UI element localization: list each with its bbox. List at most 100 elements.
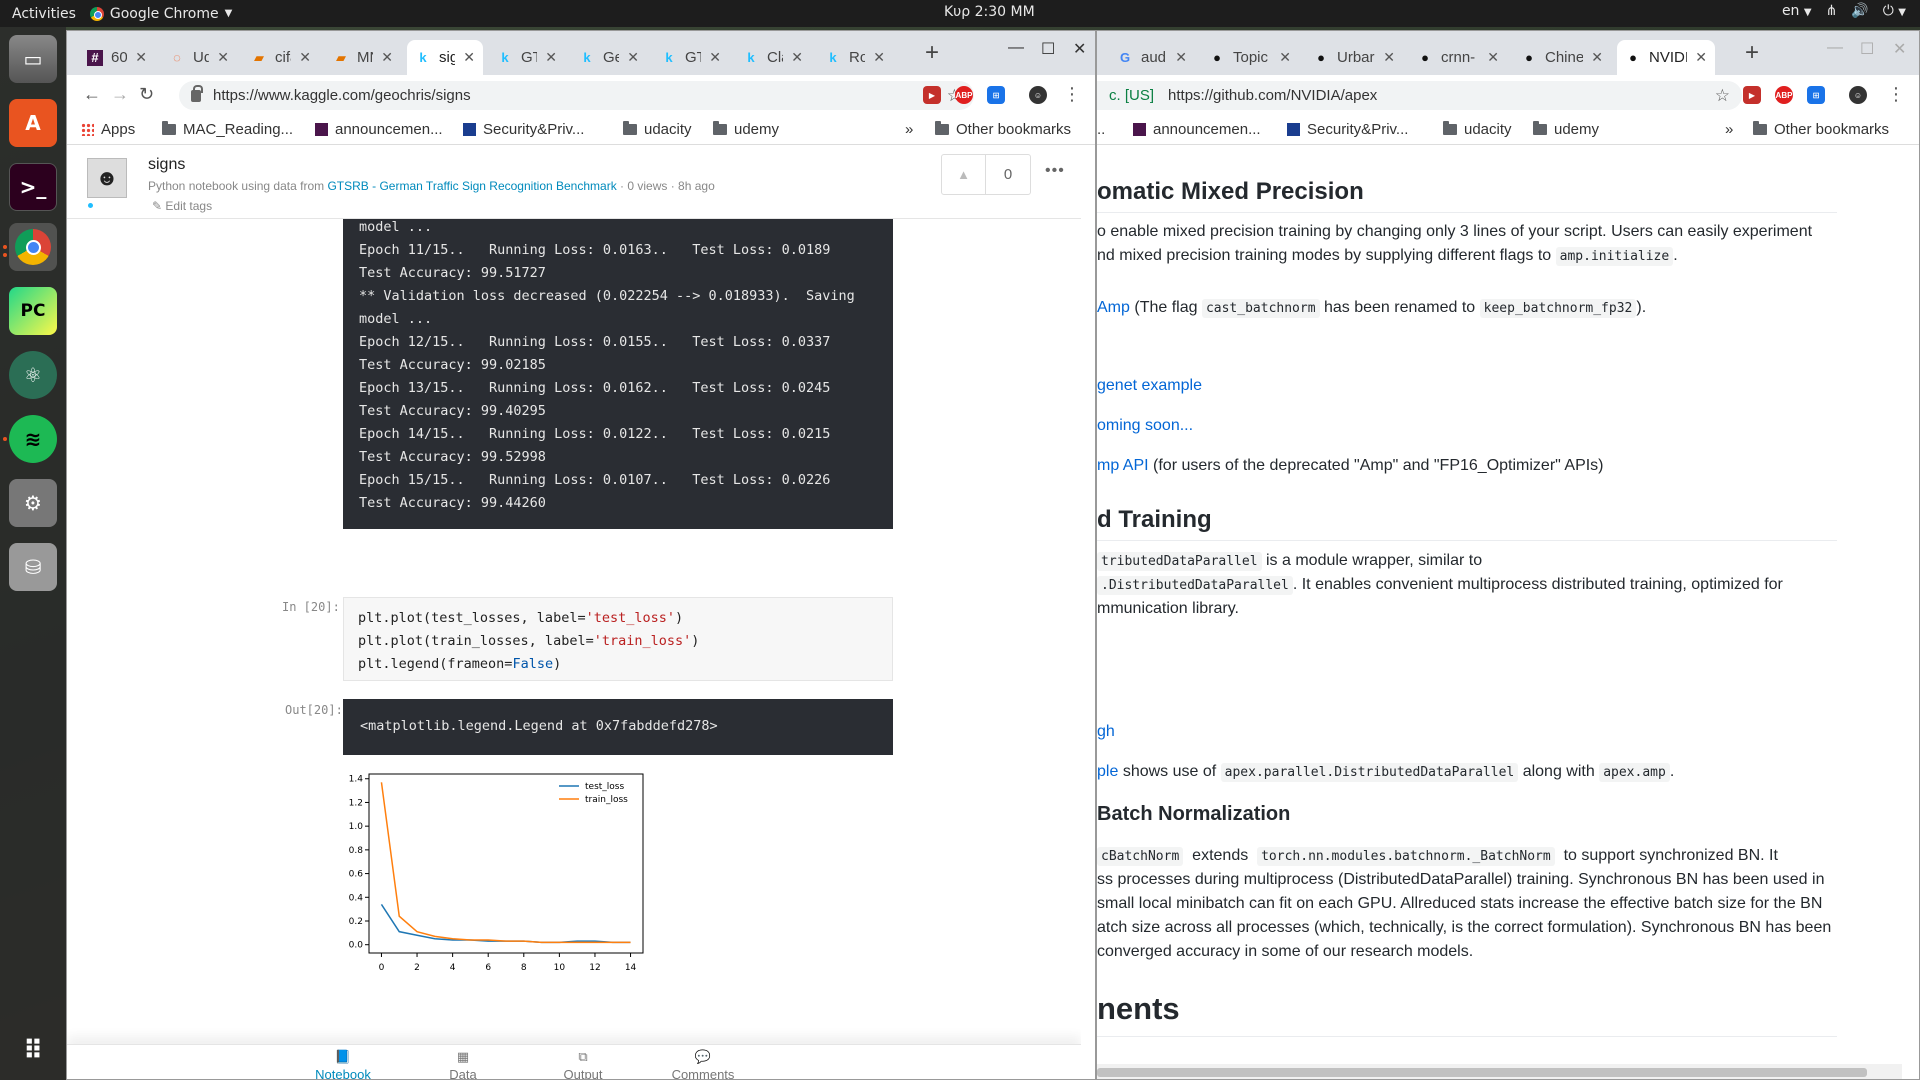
bookmark-item[interactable]: Security&Priv...: [1287, 121, 1408, 138]
bookmark-folder[interactable]: MAC_Reading...: [162, 121, 293, 138]
bookmark-other[interactable]: Other bookmarks: [1753, 121, 1889, 138]
profile-avatar[interactable]: ☺: [1029, 86, 1047, 104]
menu-kebab-icon[interactable]: ⋮: [1887, 84, 1905, 105]
bookmark-item[interactable]: announcemen...: [1133, 121, 1261, 138]
address-bar[interactable]: https://www.kaggle.com/geochris/signs ☆: [179, 81, 974, 110]
reload-icon[interactable]: ↻: [139, 84, 154, 105]
system-settings-icon[interactable]: ⚙: [9, 479, 57, 527]
maximize-icon[interactable]: ☐: [1041, 39, 1055, 59]
profile-avatar[interactable]: ☺: [1849, 86, 1867, 104]
bookmark-overflow[interactable]: ..: [1097, 121, 1105, 138]
software-center-icon[interactable]: A: [9, 99, 57, 147]
address-bar[interactable]: c. [US] https://github.com/NVIDIA/apex ☆: [1097, 81, 1742, 110]
tab-2[interactable]: ▰cifa✕: [243, 40, 319, 75]
bookmark-folder[interactable]: udemy: [713, 121, 779, 138]
language-indicator[interactable]: en ▼: [1782, 3, 1812, 19]
bookmark-item[interactable]: announcemen...: [315, 121, 443, 138]
kaggle-icon: k: [665, 50, 673, 65]
tab-data[interactable]: ▦ Data: [418, 1045, 508, 1079]
tab-notebook[interactable]: 📘 Notebook: [298, 1045, 388, 1079]
bn-paragraph-5: converged accuracy in some of our resear…: [1097, 943, 1474, 960]
bookmark-item[interactable]: Security&Priv...: [463, 121, 584, 138]
close-window-icon[interactable]: ✕: [1893, 39, 1906, 59]
activities-button[interactable]: Activities: [0, 6, 90, 22]
power-icon[interactable]: ⏻ ▼: [1883, 3, 1906, 19]
upvote-icon[interactable]: ▲: [942, 155, 986, 194]
files-icon[interactable]: ▭: [9, 35, 57, 83]
app-menu[interactable]: Google Chrome ▼: [89, 6, 232, 22]
tab-7[interactable]: kGT✕: [653, 40, 729, 75]
disks-icon[interactable]: ⛁: [9, 543, 57, 591]
tab-5-active[interactable]: ● NVIDI ✕: [1617, 40, 1715, 75]
maximize-icon[interactable]: ☐: [1860, 39, 1874, 59]
extension-icon[interactable]: ⊞: [987, 86, 1005, 104]
network-icon[interactable]: ⋔: [1826, 3, 1838, 19]
tab-0[interactable]: #60 ✕: [79, 40, 155, 75]
imagenet-example-link[interactable]: genet example: [1097, 377, 1202, 394]
tab-2[interactable]: ● Urbar ✕: [1305, 40, 1403, 75]
tab-comments[interactable]: 💬 Comments: [658, 1045, 748, 1079]
dataset-link[interactable]: GTSRB - German Traffic Sign Recognition …: [327, 179, 616, 193]
bookmark-apps[interactable]: Apps: [81, 121, 135, 138]
tab-9[interactable]: kRo✕: [817, 40, 893, 75]
pycharm-icon[interactable]: PC: [9, 287, 57, 335]
adblock-icon[interactable]: ABP: [1775, 86, 1793, 104]
tab-3[interactable]: ▰MN✕: [325, 40, 401, 75]
example-item: ple shows use of apex.parallel.Distribut…: [1097, 763, 1675, 782]
horizontal-scrollbar[interactable]: [1097, 1064, 1902, 1079]
code-cell[interactable]: plt.plot(test_losses, label='test_loss')…: [343, 597, 893, 681]
gh-link[interactable]: gh: [1097, 723, 1115, 740]
tab-8[interactable]: kCla✕: [735, 40, 811, 75]
new-tab-icon[interactable]: +: [925, 39, 939, 67]
volume-icon[interactable]: 🔊: [1851, 3, 1868, 19]
udacity-icon: ◌: [173, 50, 181, 65]
bookmark-other[interactable]: Other bookmarks: [935, 121, 1071, 138]
show-applications-icon[interactable]: ⠿: [9, 1027, 57, 1075]
tab-4-active[interactable]: ksig✕: [407, 40, 483, 75]
edit-tags-link[interactable]: ✎ Edit tags: [152, 199, 212, 213]
tab-4[interactable]: ● Chine ✕: [1513, 40, 1611, 75]
minimize-icon[interactable]: —: [1827, 39, 1843, 57]
more-bookmarks-icon[interactable]: »: [1725, 121, 1733, 138]
bookmark-star-icon[interactable]: ☆: [1715, 86, 1730, 106]
extension-icon[interactable]: ▶: [923, 86, 941, 104]
extension-icon[interactable]: ▶: [1743, 86, 1761, 104]
output-line: ** Validation loss decreased (0.022254 -…: [359, 288, 855, 304]
url-text: https://www.kaggle.com/geochris/signs: [213, 87, 471, 104]
code-line: plt.plot(train_losses, label='train_loss…: [358, 633, 700, 649]
avatar[interactable]: ☻: [87, 158, 127, 198]
tab-6[interactable]: kGe✕: [571, 40, 647, 75]
dock: ▭ A >_ PC ⚛ ≋ ⚙ ⛁ ⠿: [0, 27, 66, 1080]
tab-3[interactable]: ● crnn- ✕: [1409, 40, 1507, 75]
chrome-dock-icon[interactable]: [9, 223, 57, 271]
more-options-icon[interactable]: •••: [1045, 162, 1065, 180]
clock[interactable]: Κυρ 2:30 ΜΜ: [944, 4, 1035, 20]
minimize-icon[interactable]: —: [1008, 39, 1024, 57]
tab-5[interactable]: kGT✕: [489, 40, 565, 75]
close-window-icon[interactable]: ✕: [1073, 39, 1086, 59]
menu-kebab-icon[interactable]: ⋮: [1063, 84, 1081, 105]
new-tab-icon[interactable]: +: [1745, 39, 1759, 67]
spotify-icon[interactable]: ≋: [9, 415, 57, 463]
terminal-icon[interactable]: >_: [9, 163, 57, 211]
bookmark-folder[interactable]: udacity: [623, 121, 692, 138]
tab-0[interactable]: Gaudio✕: [1109, 40, 1195, 75]
atom-icon[interactable]: ⚛: [9, 351, 57, 399]
example-link[interactable]: ple: [1097, 763, 1118, 780]
gh-link-item: gh: [1097, 720, 1115, 744]
amp-api-link[interactable]: mp API: [1097, 457, 1149, 474]
tab-output[interactable]: ⧉ Output: [538, 1045, 628, 1079]
extension-icon[interactable]: ⊞: [1807, 86, 1825, 104]
adblock-icon[interactable]: ABP: [955, 86, 973, 104]
apps-grid-icon: [81, 123, 94, 136]
back-icon[interactable]: ←: [83, 84, 101, 105]
bookmark-folder[interactable]: udemy: [1533, 121, 1599, 138]
amp-link[interactable]: Amp: [1097, 299, 1130, 316]
more-bookmarks-icon[interactable]: »: [905, 121, 913, 138]
tab-1[interactable]: ◌Ud✕: [161, 40, 237, 75]
tab-1[interactable]: ● Topic ✕: [1201, 40, 1299, 75]
bookmark-folder[interactable]: udacity: [1443, 121, 1512, 138]
forward-icon[interactable]: →: [111, 84, 129, 105]
scrollbar-thumb[interactable]: [1097, 1068, 1867, 1077]
coming-soon-link[interactable]: oming soon...: [1097, 417, 1193, 434]
